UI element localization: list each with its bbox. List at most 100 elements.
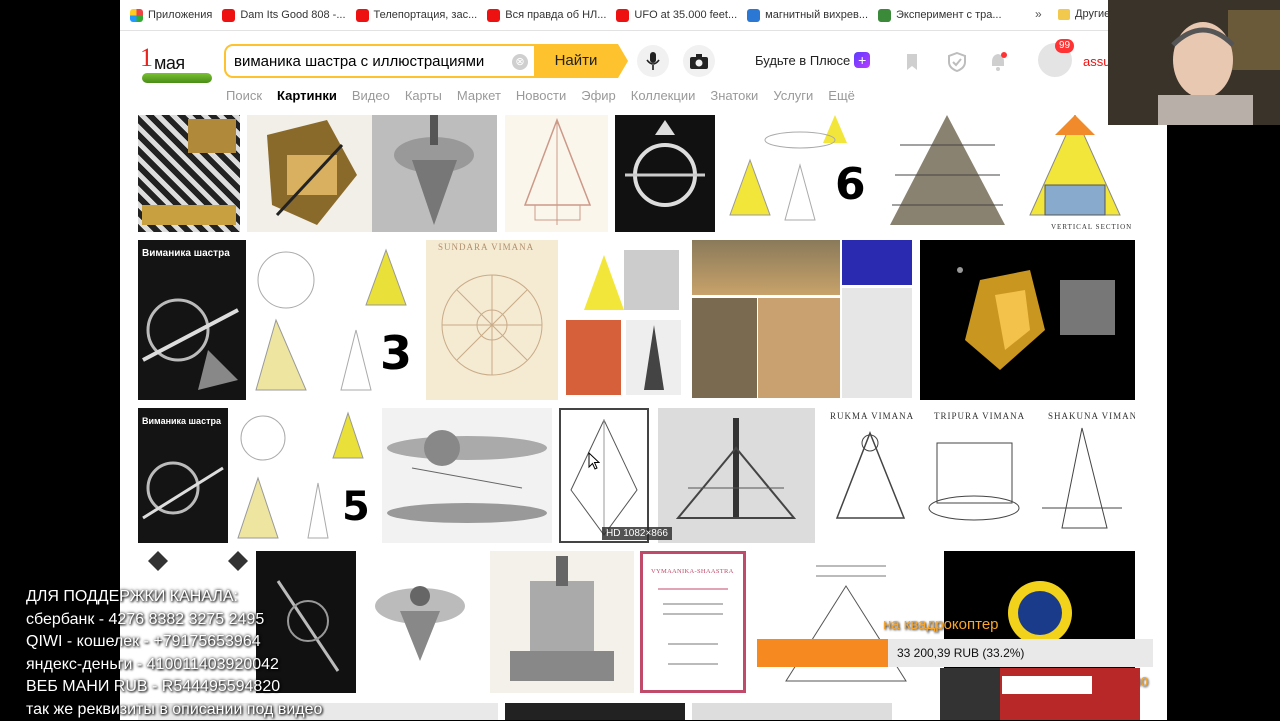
bookmark-apps[interactable]: Приложения [130,8,212,22]
image-result[interactable] [138,115,240,232]
search-tabs: Поиск Картинки Видео Карты Маркет Новост… [226,88,870,103]
yandex-plus-link[interactable]: Будьте в Плюсе + [755,52,871,68]
tab-video[interactable]: Видео [352,88,390,103]
apps-icon [130,8,143,22]
close-icon[interactable]: × [1135,618,1143,633]
donation-overlay: ДЛЯ ПОДДЕРЖКИ КАНАЛА: сбербанк - 4276 83… [26,588,323,718]
image-detail [692,240,840,295]
image-detail [842,288,912,398]
thumbnail-number: 6 [835,159,866,210]
image-result[interactable] [658,408,815,543]
tab-more[interactable]: Ещё [828,88,855,103]
image-result[interactable]: VERTICAL SECTION [1015,115,1135,232]
bookmark-icon[interactable] [902,52,922,72]
bookmark-youtube-3[interactable]: Вся правда об НЛ... [487,8,606,22]
clear-icon[interactable]: ⊗ [512,54,528,70]
bookmarks-other-folder[interactable]: Другие [1058,8,1110,20]
youtube-icon [222,8,236,22]
logo-grass [142,73,212,83]
image-result[interactable] [920,240,1135,400]
image-site-icon [747,8,761,22]
image-result[interactable]: 3 [246,240,426,400]
image-detail [692,298,757,398]
golden-vimana-render [957,267,1115,370]
bookmark-youtube-4[interactable]: UFO at 35.000 feet... [616,8,737,22]
image-result[interactable]: 5 [228,408,376,543]
shield-icon[interactable] [947,52,967,72]
image-result[interactable] [615,115,715,232]
youtube-icon [616,8,630,22]
bookmark-site-2[interactable]: Эксперимент с тра... [878,8,1002,22]
vimana-illustration [625,120,705,207]
image-result[interactable]: RUKMA VIMANA TRIPURA VIMANA SHAKUNA VIMA… [822,408,1135,543]
cover-title: VYMAANIKA-SHAASTRA [651,568,734,575]
image-result[interactable] [490,551,634,693]
goal-progress-bar: 33 200,39 RUB (33.2%) [757,639,1153,667]
thumbnail-number: 5 [342,484,370,530]
vimana-illustration [890,115,1005,225]
notification-count-badge: 99 [1055,39,1075,53]
tab-experts[interactable]: Знатоки [710,88,758,103]
site-icon [878,8,892,22]
vimana-illustration [375,586,465,661]
vimana-engraving [510,556,614,681]
goal-progress-fill [757,639,889,667]
streamer-webcam [1108,0,1280,125]
folder-icon [1058,8,1070,20]
vimana-illustration [394,115,474,225]
tab-collections[interactable]: Коллекции [631,88,696,103]
bookmark-site-1[interactable]: магнитный вихрев... [747,8,868,22]
vimana-triptych-diagram [835,427,1122,529]
search-input[interactable] [234,50,502,72]
tab-images[interactable]: Картинки [277,88,337,103]
image-result[interactable] [880,115,1015,232]
bookmark-youtube-2[interactable]: Телепортация, зас... [355,8,477,22]
search-box: ⊗ [224,44,534,78]
tv-inset-video [940,668,1140,720]
image-detail [758,298,840,398]
vimana-wheel-diagram [441,274,543,376]
webcam-overlay [1108,0,1280,125]
vimana-section-diagram [1029,115,1121,216]
search-button[interactable]: Найти [534,44,628,78]
image-result[interactable] [382,408,552,543]
vimana-illustration [267,120,357,225]
tab-search[interactable]: Поиск [226,88,262,103]
image-result[interactable] [559,408,649,543]
image-result[interactable] [505,703,685,720]
camera-icon[interactable] [683,45,715,77]
bookmark-youtube-1[interactable]: Dam Its Good 808 -... [222,8,346,22]
image-result[interactable] [564,240,684,400]
tab-news[interactable]: Новости [516,88,566,103]
image-result[interactable]: Виманика шастра [138,408,228,543]
bell-icon[interactable] [988,52,1008,72]
plus-icon: + [854,52,871,68]
thumbnail-number: 3 [380,326,413,380]
bookmarks-overflow-button[interactable]: » [1035,7,1042,21]
vimana-collage [566,250,681,395]
tab-services[interactable]: Услуги [773,88,813,103]
tab-maps[interactable]: Карты [405,88,442,103]
image-result[interactable]: SUNDARA VIMANA [426,240,558,400]
vimana-diagram [523,117,592,225]
image-result[interactable] [247,115,372,232]
mouse-cursor-icon [588,452,600,470]
vimana-illustration [142,298,239,390]
image-result[interactable] [505,115,608,232]
image-result[interactable] [692,240,912,400]
image-result[interactable]: VYMAANIKA-SHAASTRA [640,551,746,693]
image-result[interactable] [360,551,482,693]
image-detail [142,205,236,225]
image-result[interactable]: Виманика шастра [138,240,246,400]
microphone-icon[interactable] [637,45,669,77]
tab-air[interactable]: Эфир [581,88,616,103]
image-detail [842,240,912,285]
user-name[interactable]: assu [1083,54,1110,69]
youtube-icon [487,8,501,22]
goal-amount: 33 200,39 RUB (33.2%) [897,646,1025,660]
yandex-logo[interactable]: 1 мая [138,43,212,83]
tab-market[interactable]: Маркет [457,88,501,103]
image-result[interactable] [372,115,497,232]
image-result[interactable]: 6 [715,115,872,232]
youtube-icon [355,8,369,22]
